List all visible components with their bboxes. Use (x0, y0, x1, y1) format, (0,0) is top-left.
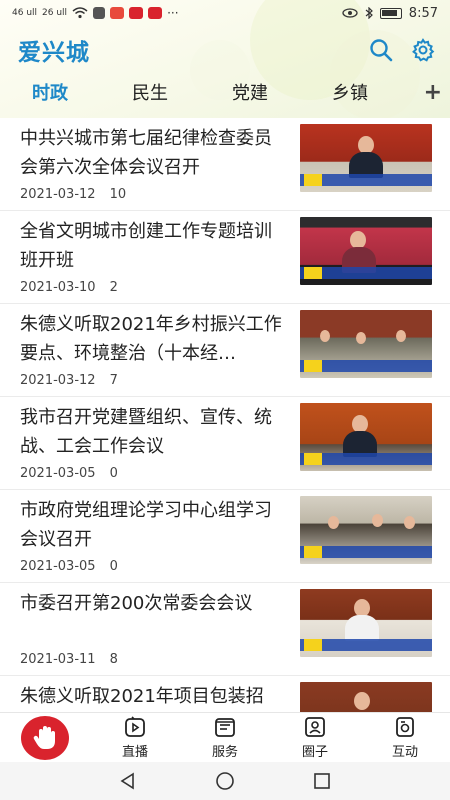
tab-shizheng[interactable]: 时政 (0, 72, 100, 118)
interaction-icon (396, 717, 414, 737)
list-item[interactable]: 市委召开第200次常委会会议 2021-03-11 8 (0, 583, 450, 676)
search-button[interactable] (368, 37, 394, 63)
gear-icon (412, 38, 435, 62)
news-title: 朱德义听取2021年乡村振兴工作要点、环境整治（十本经… (20, 314, 282, 364)
home-circle-icon (216, 772, 234, 790)
news-title: 市政府党组理论学习中心组学习会议召开 (20, 500, 272, 550)
news-view-count: 0 (109, 466, 118, 481)
eye-icon (342, 8, 358, 18)
news-date: 2021-03-12 (20, 373, 96, 388)
system-navigation-bar (0, 762, 450, 800)
nav-circle-label: 圈子 (301, 745, 328, 760)
system-home-button[interactable] (210, 766, 240, 796)
home-button[interactable] (0, 713, 90, 763)
tab-minsheng[interactable]: 民生 (100, 72, 200, 118)
list-item[interactable]: 全省文明城市创建工作专题培训班开班 2021-03-10 2 (0, 211, 450, 304)
bottom-navigation: 直播 服务 圈子 互动 (0, 712, 450, 762)
status-bar: 46 ull 26 ull ··· 8:57 (0, 0, 450, 26)
app-title: 爱兴城 (18, 40, 90, 66)
news-view-count: 2 (109, 280, 118, 295)
news-title: 全省文明城市创建工作专题培训班开班 (20, 221, 272, 271)
service-icon (215, 718, 235, 737)
news-view-count: 8 (109, 652, 118, 667)
news-date: 2021-03-05 (20, 466, 96, 481)
news-thumbnail (300, 403, 432, 471)
list-item[interactable]: 中共兴城市第七届纪律检查委员会第六次全体会议召开 2021-03-12 10 (0, 118, 450, 211)
nav-interaction[interactable]: 互动 (360, 715, 450, 760)
news-thumbnail (300, 124, 432, 192)
app-bar: 爱兴城 (0, 28, 450, 72)
settings-button[interactable] (410, 37, 436, 63)
tab-xiangzhen[interactable]: 乡镇 (300, 72, 400, 118)
notification-app-icon (148, 7, 163, 19)
search-icon (370, 39, 393, 62)
signal-indicator-1: 46 ull (12, 8, 38, 18)
news-thumbnail (300, 682, 432, 712)
news-date: 2021-03-12 (20, 187, 96, 202)
news-view-count: 10 (109, 187, 127, 202)
news-view-count: 7 (109, 373, 118, 388)
news-thumbnail (300, 589, 432, 657)
status-time: 8:57 (408, 5, 438, 21)
more-notifications-icon: ··· (167, 6, 179, 20)
notification-app-icon (93, 7, 106, 19)
hand-icon (33, 725, 55, 749)
list-item[interactable]: 朱德义听取2021年乡村振兴工作要点、环境整治（十本经… 2021-03-12 7 (0, 304, 450, 397)
news-title: 我市召开党建暨组织、宣传、统战、工会工作会议 (20, 407, 272, 457)
signal-indicator-2: 26 ull (42, 8, 68, 18)
home-button-circle (21, 715, 69, 760)
news-thumbnail (300, 217, 432, 285)
news-thumbnail (300, 310, 432, 378)
add-channel-button[interactable]: + (424, 80, 442, 105)
system-back-button[interactable] (113, 766, 143, 796)
recents-square-icon (313, 773, 330, 789)
news-date: 2021-03-11 (20, 652, 96, 667)
nav-live[interactable]: 直播 (90, 715, 180, 760)
tab-dangjian[interactable]: 党建 (200, 72, 300, 118)
notification-app-icon (110, 7, 125, 19)
list-item[interactable]: 市政府党组理论学习中心组学习会议召开 2021-03-05 0 (0, 490, 450, 583)
bluetooth-icon (365, 7, 373, 19)
news-title: 朱德义听取2021年项目包装招 (20, 686, 264, 707)
wifi-icon (72, 7, 88, 19)
channel-tabs: 时政 民生 党建 乡镇 + (0, 72, 450, 118)
live-icon (125, 716, 145, 737)
circle-icon (305, 717, 325, 737)
news-title: 中共兴城市第七届纪律检查委员会第六次全体会议召开 (20, 128, 272, 178)
news-list: 中共兴城市第七届纪律检查委员会第六次全体会议召开 2021-03-12 10 全省… (0, 118, 450, 712)
news-date: 2021-03-10 (20, 280, 96, 295)
nav-service[interactable]: 服务 (180, 715, 270, 760)
news-thumbnail (300, 496, 432, 564)
list-item[interactable]: 朱德义听取2021年项目包装招 (0, 676, 450, 712)
battery-icon (379, 7, 402, 19)
system-recents-button[interactable] (307, 766, 337, 796)
nav-live-label: 直播 (121, 745, 148, 760)
nav-circle[interactable]: 圈子 (270, 715, 360, 760)
nav-interaction-label: 互动 (391, 745, 418, 760)
list-item[interactable]: 我市召开党建暨组织、宣传、统战、工会工作会议 2021-03-05 0 (0, 397, 450, 490)
notification-app-icon (129, 7, 144, 19)
news-date: 2021-03-05 (20, 559, 96, 574)
back-triangle-icon (120, 772, 135, 790)
news-view-count: 0 (109, 559, 118, 574)
news-title: 市委召开第200次常委会会议 (20, 593, 253, 614)
nav-service-label: 服务 (211, 745, 238, 760)
